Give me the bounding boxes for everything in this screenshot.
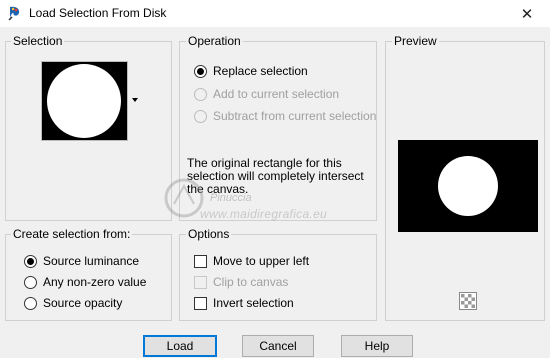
- radio-button[interactable]: [24, 254, 37, 268]
- radio-button[interactable]: [194, 109, 207, 123]
- source-opacity-radio[interactable]: Source opacity: [24, 295, 122, 311]
- close-button[interactable]: ✕: [504, 0, 550, 27]
- radio-button[interactable]: [194, 64, 207, 78]
- replace-selection-radio[interactable]: Replace selection: [194, 63, 308, 79]
- radio-label: Any non-zero value: [43, 275, 147, 289]
- radio-button[interactable]: [24, 275, 37, 289]
- selection-group-label: Selection: [11, 34, 65, 48]
- title-bar: Load Selection From Disk ✕: [0, 0, 550, 27]
- load-button[interactable]: Load: [143, 335, 217, 357]
- invert-selection-checkbox[interactable]: Invert selection: [194, 295, 294, 311]
- any-non-zero-radio[interactable]: Any non-zero value: [24, 274, 146, 290]
- add-to-selection-radio[interactable]: Add to current selection: [194, 86, 339, 102]
- info-line: the canvas.: [187, 182, 249, 196]
- checkbox[interactable]: [194, 296, 207, 310]
- selection-thumbnail-dropdown[interactable]: [41, 61, 128, 141]
- chevron-down-icon[interactable]: [131, 97, 139, 103]
- selection-thumbnail: [42, 62, 127, 140]
- cancel-button[interactable]: Cancel: [242, 335, 314, 357]
- operation-info-text: The original rectangle for this selectio…: [187, 157, 377, 196]
- close-icon: ✕: [520, 5, 534, 23]
- checkbox[interactable]: [194, 254, 207, 268]
- checkbox-label: Clip to canvas: [213, 275, 289, 289]
- radio-label: Subtract from current selection: [213, 109, 377, 123]
- options-group-label: Options: [186, 227, 232, 241]
- checkbox[interactable]: [194, 275, 207, 289]
- help-button[interactable]: Help: [341, 335, 413, 357]
- radio-button[interactable]: [194, 87, 207, 101]
- subtract-from-selection-radio[interactable]: Subtract from current selection: [194, 108, 376, 124]
- operation-group-label: Operation: [186, 34, 243, 48]
- clip-to-canvas-checkbox[interactable]: Clip to canvas: [194, 274, 288, 290]
- checkbox-label: Invert selection: [213, 296, 294, 310]
- checkbox-label: Move to upper left: [213, 254, 310, 268]
- preview-image: [398, 140, 538, 232]
- preview-group-label: Preview: [392, 34, 439, 48]
- radio-label: Source opacity: [43, 296, 123, 310]
- transparency-checker-icon[interactable]: [459, 292, 477, 310]
- preview-selection-shape: [438, 156, 498, 216]
- paint-app-icon: [8, 6, 20, 21]
- radio-button[interactable]: [24, 296, 37, 310]
- move-to-upper-left-checkbox[interactable]: Move to upper left: [194, 253, 309, 269]
- window-title: Load Selection From Disk: [29, 6, 167, 20]
- radio-label: Add to current selection: [213, 87, 340, 101]
- source-luminance-radio[interactable]: Source luminance: [24, 253, 139, 269]
- radio-label: Source luminance: [43, 254, 140, 268]
- create-selection-group-label: Create selection from:: [11, 227, 133, 241]
- radio-label: Replace selection: [213, 64, 308, 78]
